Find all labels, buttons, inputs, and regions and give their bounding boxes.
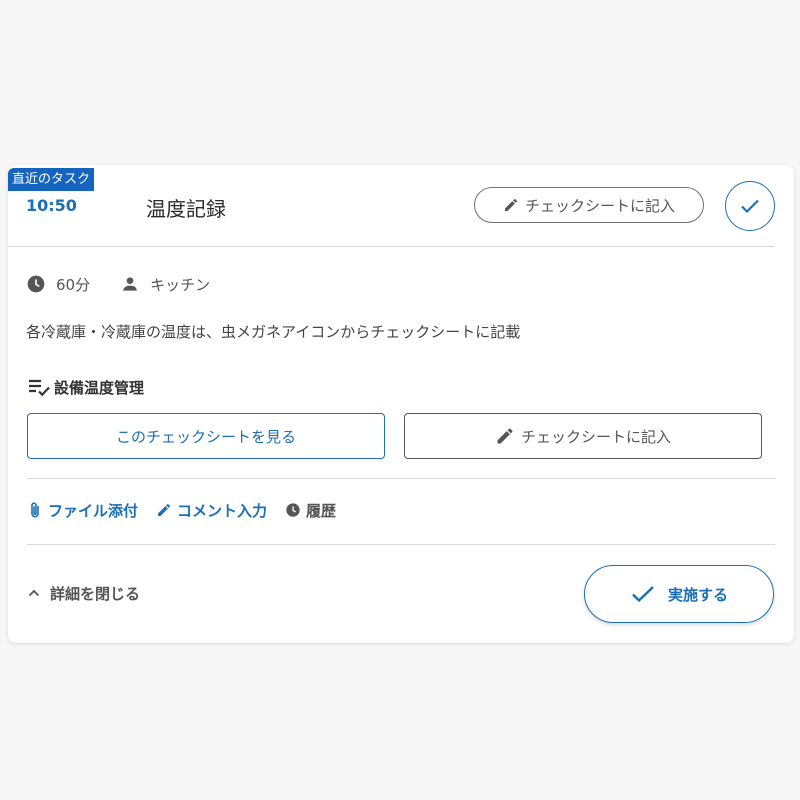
checklist-icon <box>27 376 51 398</box>
header-record-label: チェックシートに記入 <box>524 196 675 215</box>
header-record-checksheet-button[interactable]: チェックシートに記入 <box>474 187 704 223</box>
section-title-text: 設備温度管理 <box>54 378 145 397</box>
task-title: 温度記録 <box>146 197 226 221</box>
paperclip-icon <box>27 501 43 519</box>
history-label: 履歴 <box>306 501 337 520</box>
task-time: 10:50 <box>26 196 77 215</box>
comment-label: コメント入力 <box>177 501 268 520</box>
attach-file-button[interactable]: ファイル添付 <box>27 500 138 521</box>
collapse-details-label: 詳細を閉じる <box>50 584 141 603</box>
comment-button[interactable]: コメント入力 <box>156 500 267 521</box>
execute-button[interactable]: 実施する <box>584 565 774 623</box>
task-card: 直近のタスク 10:50 温度記録 チェックシートに記入 60分 キッチン 各冷… <box>8 165 794 643</box>
latest-task-badge: 直近のタスク <box>8 168 95 191</box>
clock-icon <box>26 274 46 294</box>
chevron-up-icon <box>28 588 40 598</box>
pencil-icon <box>495 426 515 446</box>
assignee-text: キッチン <box>150 275 211 294</box>
check-icon <box>630 582 656 606</box>
history-icon <box>285 502 301 518</box>
complete-check-button[interactable] <box>725 181 775 231</box>
mid-divider <box>27 478 775 479</box>
view-checksheet-button[interactable]: このチェックシートを見る <box>27 413 385 459</box>
collapse-details-button[interactable]: 詳細を閉じる <box>28 581 140 605</box>
check-icon <box>738 194 762 218</box>
task-meta: 60分 キッチン <box>26 271 210 297</box>
pencil-icon <box>503 197 519 213</box>
person-icon <box>120 274 140 294</box>
record-checksheet-label: チェックシートに記入 <box>520 427 671 446</box>
pencil-icon <box>156 502 172 518</box>
header-divider <box>8 246 774 247</box>
task-actions: ファイル添付 コメント入力 履歴 <box>27 497 354 523</box>
checksheet-section-title: 設備温度管理 <box>27 375 144 399</box>
record-checksheet-button[interactable]: チェックシートに記入 <box>404 413 762 459</box>
attach-file-label: ファイル添付 <box>48 501 139 520</box>
lower-divider <box>27 544 775 545</box>
execute-label: 実施する <box>667 585 728 604</box>
history-button[interactable]: 履歴 <box>285 500 336 521</box>
duration-text: 60分 <box>56 275 91 294</box>
task-description: 各冷蔵庫・冷蔵庫の温度は、虫メガネアイコンからチェックシートに記載 <box>26 323 521 341</box>
